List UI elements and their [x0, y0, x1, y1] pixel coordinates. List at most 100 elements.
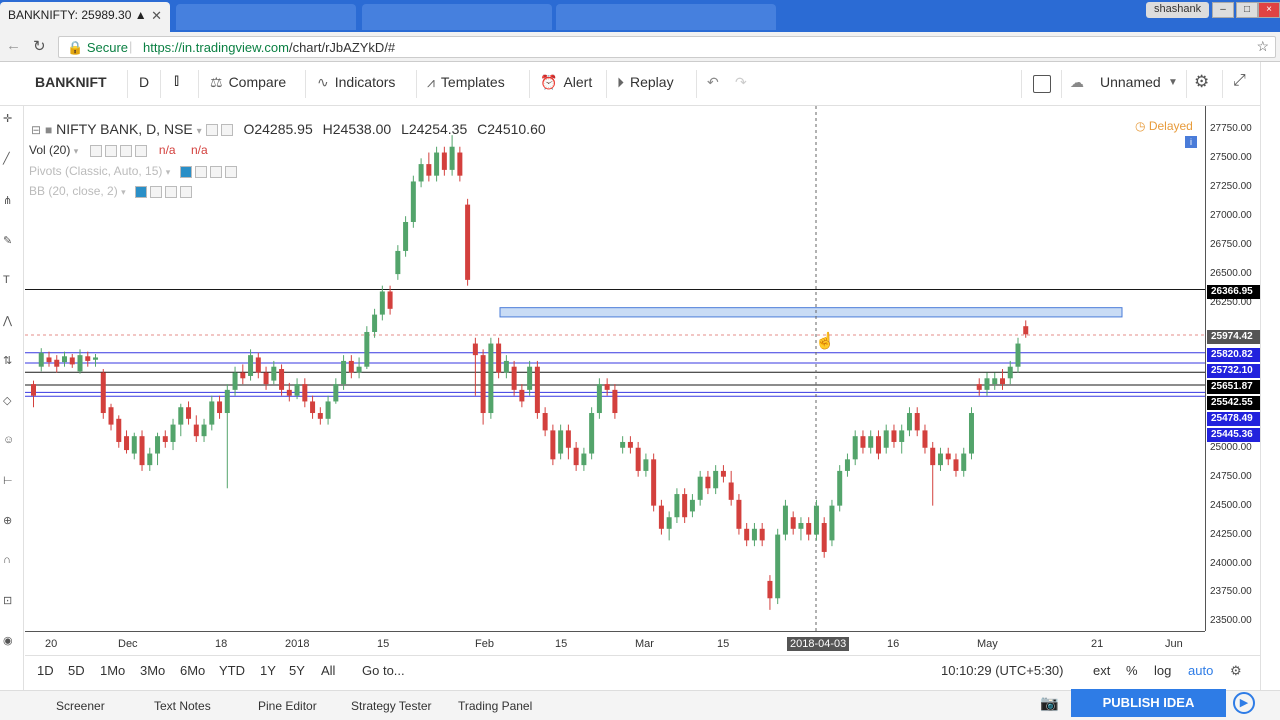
range-button-1d[interactable]: 1D [37, 663, 54, 678]
chevron-down-icon[interactable]: ▾ [197, 126, 202, 137]
redo-icon[interactable]: ↷ [735, 74, 747, 91]
icons-icon[interactable]: ☺ [3, 434, 14, 446]
pitchfork-icon[interactable]: ⋔ [3, 194, 12, 207]
ruler-icon[interactable]: ⊢ [3, 474, 13, 487]
range-button-5d[interactable]: 5D [68, 663, 85, 678]
percent-toggle[interactable]: % [1126, 663, 1138, 678]
candle-body [472, 343, 478, 356]
info-icon[interactable]: i [1185, 136, 1197, 148]
crosshair-icon[interactable]: ✛ [3, 112, 12, 125]
bottom-tab[interactable]: Strategy Tester [351, 699, 431, 713]
bottom-tab[interactable]: Screener [56, 699, 105, 713]
close-icon[interactable]: ✕ [151, 8, 162, 24]
layout-name[interactable]: Unnamed [1100, 74, 1161, 90]
back-icon[interactable]: ← [6, 37, 21, 54]
browser-tab-active[interactable]: BANKNIFTY: 25989.30 ▲ ✕ [0, 2, 170, 32]
pattern-icon[interactable]: ⋀ [3, 314, 12, 327]
settings-icon[interactable] [194, 165, 207, 178]
candlestick-chart[interactable]: ☝ [25, 106, 1205, 631]
range-button-6mo[interactable]: 6Mo [180, 663, 205, 678]
interval-button[interactable]: D [139, 74, 149, 90]
range-button-1y[interactable]: 1Y [260, 663, 276, 678]
magnet-icon[interactable]: ∩ [3, 554, 11, 566]
indicators-button[interactable]: ∿ Indicators [317, 74, 395, 91]
price-tick-label: 25000.00 [1210, 441, 1252, 453]
candle-body [356, 366, 362, 373]
range-button-ytd[interactable]: YTD [219, 663, 245, 678]
eye-icon[interactable] [134, 185, 147, 198]
play-icon[interactable]: ▶ [1233, 692, 1255, 714]
fullscreen-icon[interactable]: ⤢ [1233, 72, 1246, 90]
chevron-down-icon[interactable]: ▾ [121, 187, 126, 197]
range-button-3mo[interactable]: 3Mo [140, 663, 165, 678]
publish-idea-button[interactable]: PUBLISH IDEA [1071, 689, 1226, 717]
chart-pane[interactable]: ☝ ⊟ ■ NIFTY BANK, D, NSE ▾ O24285.95 H24… [25, 106, 1205, 631]
delayed-badge[interactable]: ◷ Delayed [1135, 119, 1193, 133]
time-axis[interactable]: 20 Dec 18 2018 15 Feb 15 Mar 15 2018-04-03 16 May 21… [25, 631, 1205, 655]
candle-body [635, 447, 641, 471]
price-axis[interactable]: 27750.00 27500.00 27250.00 27000.00 26750.00… [1205, 106, 1261, 631]
close-icon[interactable] [224, 165, 237, 178]
eye-icon[interactable]: ◉ [3, 634, 13, 647]
reload-icon[interactable]: ↻ [33, 37, 46, 55]
undo-icon[interactable]: ↶ [707, 74, 719, 91]
browser-tab-blurred[interactable] [362, 4, 552, 30]
browser-tab-blurred[interactable] [556, 4, 776, 30]
eye-icon[interactable] [205, 124, 218, 137]
cloud-icon[interactable]: ☁ [1070, 74, 1084, 91]
auto-toggle[interactable]: auto [1188, 663, 1213, 678]
chevron-down-icon[interactable]: ▾ [74, 146, 79, 156]
chevron-down-icon[interactable]: ▾ [166, 167, 171, 177]
chevron-down-icon[interactable]: ▼ [1168, 77, 1178, 88]
chart-settings-icon[interactable]: ■ [45, 123, 52, 137]
prediction-icon[interactable]: ⇅ [3, 354, 12, 367]
replay-button[interactable]: ⏵ Replay [617, 74, 674, 91]
camera-icon[interactable]: 📷 [1040, 694, 1059, 712]
settings-icon[interactable] [220, 124, 233, 137]
more-icon[interactable] [209, 165, 222, 178]
settings-icon[interactable] [104, 144, 117, 157]
range-button-1mo[interactable]: 1Mo [100, 663, 125, 678]
vol-value: n/a [158, 143, 176, 157]
compare-button[interactable]: ⚖ Compare [210, 74, 286, 91]
log-toggle[interactable]: log [1154, 663, 1171, 678]
gear-icon[interactable]: ⚙ [1194, 72, 1209, 92]
gear-icon[interactable]: ⚙ [1230, 663, 1242, 679]
ext-toggle[interactable]: ext [1093, 663, 1110, 678]
collapse-icon[interactable]: ⊟ [31, 123, 41, 137]
layout-select-icon[interactable] [1033, 75, 1051, 93]
candle-body [116, 418, 122, 442]
close-icon[interactable] [134, 144, 147, 157]
candle-body [844, 459, 850, 471]
more-icon[interactable] [119, 144, 132, 157]
range-button-all[interactable]: All [321, 663, 335, 678]
lock-icon[interactable]: ⊡ [3, 594, 12, 607]
window-close-icon[interactable]: × [1258, 2, 1280, 18]
shapes-icon[interactable]: ◇ [3, 394, 11, 407]
candles-style-icon[interactable]: ⫾ [174, 72, 179, 90]
browser-tab-blurred[interactable] [176, 4, 356, 30]
bottom-tab[interactable]: Trading Panel [458, 699, 532, 713]
symbol-search[interactable]: BANKNIFT [35, 74, 107, 90]
text-icon[interactable]: T [3, 274, 10, 286]
minimize-icon[interactable]: – [1212, 2, 1234, 18]
eye-icon[interactable] [179, 165, 192, 178]
alert-button[interactable]: ⏰ Alert [540, 74, 592, 91]
profile-button[interactable]: shashank [1146, 2, 1210, 18]
bottom-tab[interactable]: Pine Editor [258, 699, 317, 713]
eye-icon[interactable] [89, 144, 102, 157]
url-field[interactable]: 🔒 Secure | https://in.tradingview.com/ch… [58, 36, 1276, 58]
range-button-5y[interactable]: 5Y [289, 663, 305, 678]
more-icon[interactable] [164, 185, 177, 198]
maximize-icon[interactable]: □ [1236, 2, 1258, 18]
bottom-tab[interactable]: Text Notes [154, 699, 211, 713]
bookmark-star-icon[interactable]: ☆ [1256, 38, 1269, 55]
brush-icon[interactable]: ✎ [3, 234, 12, 247]
templates-button[interactable]: ⩘ Templates [427, 74, 505, 91]
goto-button[interactable]: Go to... [362, 663, 405, 678]
trend-line-icon[interactable]: ╱ [3, 152, 10, 165]
secure-badge[interactable]: 🔒 Secure [67, 40, 128, 56]
settings-icon[interactable] [149, 185, 162, 198]
close-icon[interactable] [179, 185, 192, 198]
zoom-icon[interactable]: ⊕ [3, 514, 12, 527]
